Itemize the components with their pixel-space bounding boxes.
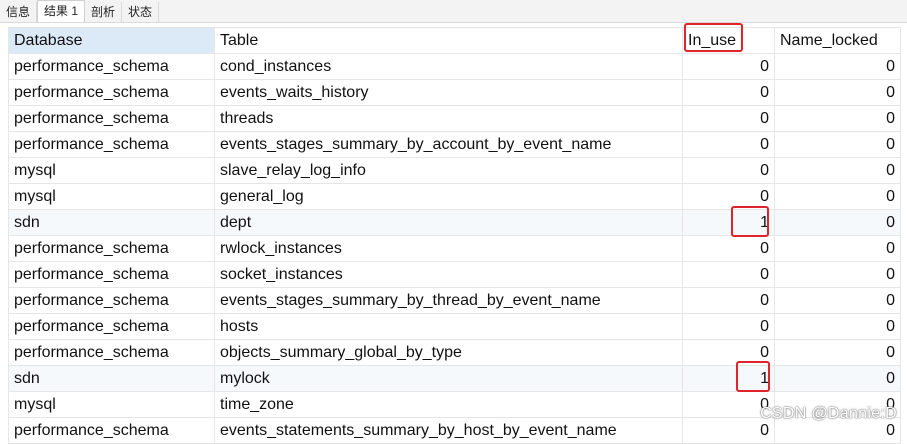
cell-in-use[interactable]: 0 xyxy=(683,288,775,314)
cell-table[interactable]: rwlock_instances xyxy=(215,236,683,262)
cell-database[interactable]: performance_schema xyxy=(9,80,215,106)
watermark: CSDN @Dannie:D xyxy=(760,405,897,423)
cell-database[interactable]: performance_schema xyxy=(9,262,215,288)
cell-name-locked[interactable]: 0 xyxy=(775,80,901,106)
cell-table[interactable]: dept xyxy=(215,210,683,236)
cell-database[interactable]: performance_schema xyxy=(9,340,215,366)
cell-database[interactable]: mysql xyxy=(9,158,215,184)
table-row[interactable]: performance_schema hosts 0 0 xyxy=(9,314,901,340)
cell-in-use[interactable]: 0 xyxy=(683,80,775,106)
cell-table[interactable]: objects_summary_global_by_type xyxy=(215,340,683,366)
table-row[interactable]: mysql slave_relay_log_info 0 0 xyxy=(9,158,901,184)
cell-name-locked[interactable]: 0 xyxy=(775,314,901,340)
cell-in-use[interactable]: 0 xyxy=(683,314,775,340)
tab-result-1[interactable]: 结果 1 xyxy=(37,0,85,22)
table-row[interactable]: performance_schema objects_summary_globa… xyxy=(9,340,901,366)
cell-table[interactable]: mylock xyxy=(215,366,683,392)
cell-table[interactable]: slave_relay_log_info xyxy=(215,158,683,184)
cell-in-use[interactable]: 0 xyxy=(683,54,775,80)
cell-database[interactable]: performance_schema xyxy=(9,288,215,314)
cell-in-use[interactable]: 1 xyxy=(683,366,775,392)
column-header-table[interactable]: Table xyxy=(215,28,683,54)
cell-in-use[interactable]: 0 xyxy=(683,184,775,210)
cell-table[interactable]: hosts xyxy=(215,314,683,340)
table-row[interactable]: performance_schema threads 0 0 xyxy=(9,106,901,132)
table-row[interactable]: sdn mylock 1 0 xyxy=(9,366,901,392)
table-row[interactable]: sdn dept 1 0 xyxy=(9,210,901,236)
cell-database[interactable]: sdn xyxy=(9,366,215,392)
cell-name-locked[interactable]: 0 xyxy=(775,210,901,236)
tab-info[interactable]: 信息 xyxy=(0,2,37,22)
cell-in-use[interactable]: 1 xyxy=(683,210,775,236)
column-header-in-use[interactable]: In_use xyxy=(683,28,775,54)
cell-name-locked[interactable]: 0 xyxy=(775,106,901,132)
cell-database[interactable]: performance_schema xyxy=(9,314,215,340)
cell-database[interactable]: performance_schema xyxy=(9,54,215,80)
table-row[interactable]: performance_schema events_stages_summary… xyxy=(9,132,901,158)
cell-in-use[interactable]: 0 xyxy=(683,106,775,132)
cell-in-use[interactable]: 0 xyxy=(683,158,775,184)
cell-name-locked[interactable]: 0 xyxy=(775,184,901,210)
cell-name-locked[interactable]: 0 xyxy=(775,236,901,262)
table-row[interactable]: performance_schema events_waits_history … xyxy=(9,80,901,106)
cell-name-locked[interactable]: 0 xyxy=(775,366,901,392)
cell-database[interactable]: sdn xyxy=(9,210,215,236)
cell-name-locked[interactable]: 0 xyxy=(775,132,901,158)
cell-table[interactable]: cond_instances xyxy=(215,54,683,80)
header-row: Database Table In_use Name_locked xyxy=(9,28,901,54)
cell-table[interactable]: general_log xyxy=(215,184,683,210)
cell-name-locked[interactable]: 0 xyxy=(775,340,901,366)
cell-name-locked[interactable]: 0 xyxy=(775,288,901,314)
cell-table[interactable]: time_zone xyxy=(215,392,683,418)
cell-database[interactable]: performance_schema xyxy=(9,132,215,158)
cell-table[interactable]: socket_instances xyxy=(215,262,683,288)
table-row[interactable]: performance_schema cond_instances 0 0 xyxy=(9,54,901,80)
table-row[interactable]: performance_schema rwlock_instances 0 0 xyxy=(9,236,901,262)
cell-database[interactable]: performance_schema xyxy=(9,236,215,262)
column-header-name-locked[interactable]: Name_locked xyxy=(775,28,901,54)
table-row[interactable]: mysql general_log 0 0 xyxy=(9,184,901,210)
cell-table[interactable]: events_waits_history xyxy=(215,80,683,106)
cell-in-use[interactable]: 0 xyxy=(683,132,775,158)
cell-database[interactable]: performance_schema xyxy=(9,106,215,132)
result-tab-bar: 信息 结果 1 剖析 状态 xyxy=(0,0,907,23)
table-row[interactable]: performance_schema socket_instances 0 0 xyxy=(9,262,901,288)
result-grid: Database Table In_use Name_locked perfor… xyxy=(8,27,901,444)
tab-profile[interactable]: 剖析 xyxy=(85,2,122,22)
cell-in-use[interactable]: 0 xyxy=(683,262,775,288)
cell-name-locked[interactable]: 0 xyxy=(775,54,901,80)
cell-table[interactable]: events_stages_summary_by_thread_by_event… xyxy=(215,288,683,314)
tab-status[interactable]: 状态 xyxy=(122,2,159,22)
cell-name-locked[interactable]: 0 xyxy=(775,262,901,288)
cell-name-locked[interactable]: 0 xyxy=(775,158,901,184)
cell-database[interactable]: mysql xyxy=(9,184,215,210)
cell-table[interactable]: threads xyxy=(215,106,683,132)
cell-in-use[interactable]: 0 xyxy=(683,236,775,262)
cell-database[interactable]: mysql xyxy=(9,392,215,418)
cell-table[interactable]: events_stages_summary_by_account_by_even… xyxy=(215,132,683,158)
table-row[interactable]: performance_schema events_stages_summary… xyxy=(9,288,901,314)
column-header-database[interactable]: Database xyxy=(9,28,215,54)
cell-in-use[interactable]: 0 xyxy=(683,340,775,366)
